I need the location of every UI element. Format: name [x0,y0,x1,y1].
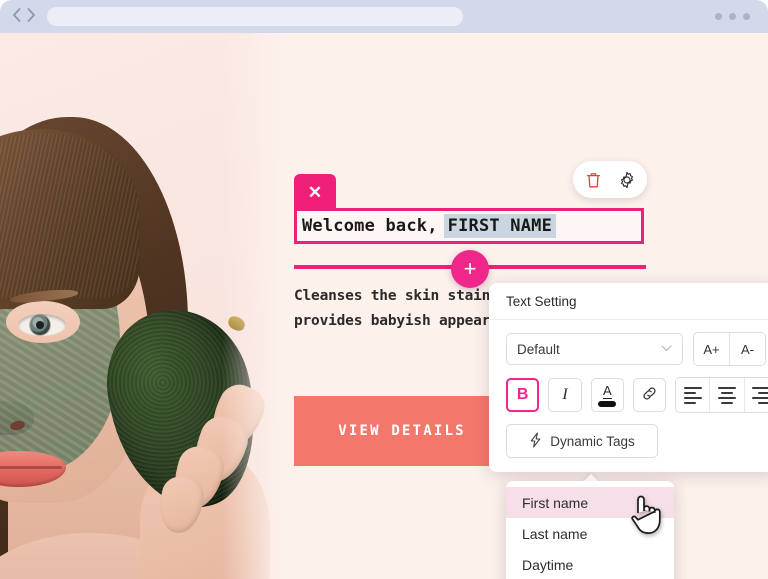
lightning-bolt-icon [529,431,542,451]
dot [729,13,736,20]
hero-image [0,33,292,579]
menu-item-first-name[interactable]: First name [506,487,674,518]
heading-text-input[interactable]: Welcome back, FIRST NAME [294,208,644,244]
font-color-button[interactable]: A [590,378,624,412]
bold-button[interactable]: B [506,378,540,412]
panel-body: Default A+ A- B I A Dynamic Tags [489,320,768,472]
font-family-select[interactable]: Default [506,333,683,365]
browser-chrome [0,0,768,33]
increase-font-size-button[interactable]: A+ [694,333,729,365]
trash-icon[interactable] [580,166,608,194]
block-actions-toolbar [573,161,647,198]
align-center-button[interactable] [709,378,744,412]
dynamic-tag-menu: First name Last name Daytime UTM source [506,481,674,579]
chevron-down-icon [661,344,672,355]
app-root: ✕ Welcome back, FIRST NAME + Cleanses th… [0,0,768,579]
panel-row-format: B I A [506,377,768,413]
address-bar[interactable] [47,7,463,26]
menu-item-daytime[interactable]: Daytime [506,549,674,579]
font-size-group: A+ A- [693,332,766,366]
link-button[interactable] [632,378,667,412]
back-icon[interactable] [12,8,21,22]
heading-merge-tag: FIRST NAME [443,214,557,238]
browser-nav-arrows [12,8,36,22]
align-left-button[interactable] [676,378,710,412]
align-right-button[interactable] [743,378,768,412]
gear-icon[interactable] [613,166,641,194]
text-setting-panel: Text Setting Default A+ A- B I A Dynamic… [489,283,768,472]
font-color-icon: A [598,382,617,407]
photo-edge-fade [222,33,292,579]
menu-item-last-name[interactable]: Last name [506,518,674,549]
dot [715,13,722,20]
font-color-swatch [598,400,617,407]
add-block-button[interactable]: + [451,250,489,288]
italic-button[interactable]: I [548,378,582,412]
three-dots-icon[interactable] [715,13,750,20]
close-icon[interactable]: ✕ [294,174,336,210]
decrease-font-size-button[interactable]: A- [729,333,765,365]
dot [743,13,750,20]
dynamic-tags-label: Dynamic Tags [550,433,635,449]
align-center-icon [718,386,737,404]
align-right-icon [752,386,768,404]
panel-row-font: Default A+ A- [506,332,768,366]
view-details-button[interactable]: VIEW DETAILS [294,396,510,466]
heading-prefix-text: Welcome back, [302,216,438,236]
dynamic-tags-button[interactable]: Dynamic Tags [506,424,658,458]
font-family-value: Default [517,341,560,357]
font-color-letter: A [602,382,612,399]
model-lip-line [0,466,62,469]
link-icon [641,385,658,406]
forward-icon[interactable] [27,8,36,22]
text-align-group [675,377,768,413]
model-pupil [36,321,44,329]
align-left-icon [683,386,702,404]
email-canvas: ✕ Welcome back, FIRST NAME + Cleanses th… [0,33,768,579]
panel-title: Text Setting [489,283,768,320]
